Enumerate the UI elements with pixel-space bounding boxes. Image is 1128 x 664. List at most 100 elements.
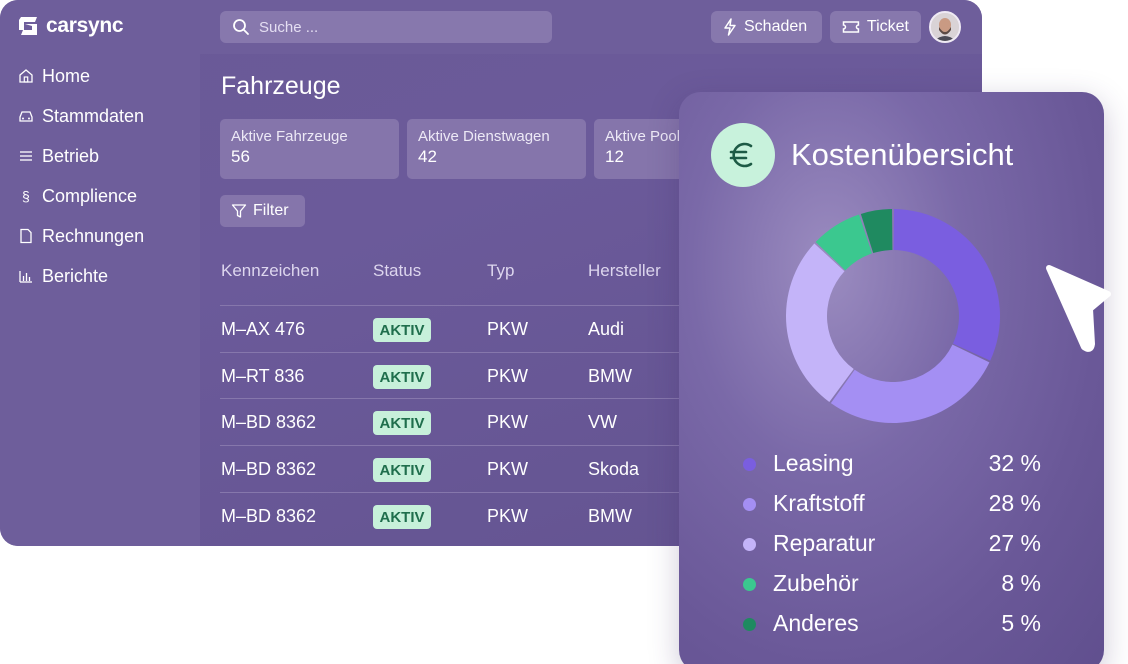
legend-label: Anderes bbox=[773, 610, 859, 636]
column-header-kennzeichen[interactable]: Kennzeichen bbox=[221, 261, 319, 281]
table-row[interactable]: M–AX 476 AKTIV PKW Audi bbox=[220, 305, 690, 351]
legend-dot bbox=[743, 498, 756, 511]
table-row[interactable]: M–RT 836 AKTIV PKW BMW bbox=[220, 352, 690, 398]
stat-label: Aktive Fahrzeuge bbox=[231, 128, 348, 145]
donut-slice-leasing bbox=[893, 209, 1000, 361]
cell-type: PKW bbox=[487, 459, 529, 479]
schaden-label: Schaden bbox=[744, 18, 808, 35]
status-badge: AKTIV bbox=[373, 411, 431, 435]
legend-dot bbox=[743, 458, 756, 471]
logo-mark-icon bbox=[19, 17, 37, 35]
cell-plate: M–BD 8362 bbox=[221, 506, 317, 526]
filter-label: Filter bbox=[253, 202, 289, 219]
legend-value: 32 % bbox=[988, 450, 1041, 476]
legend-label: Zubehör bbox=[773, 570, 859, 596]
sidebar-item-rechnungen[interactable]: Rechnungen bbox=[18, 224, 144, 248]
search-bar[interactable] bbox=[220, 11, 552, 43]
cell-type: PKW bbox=[487, 412, 529, 432]
cell-maker: BMW bbox=[588, 506, 632, 526]
cell-plate: M–BD 8362 bbox=[221, 459, 317, 479]
filter-icon bbox=[231, 204, 247, 218]
euro-badge bbox=[711, 123, 775, 187]
paragraph-icon: § bbox=[22, 188, 30, 204]
sidebar-item-label: Berichte bbox=[42, 265, 109, 286]
avatar[interactable] bbox=[929, 11, 961, 43]
legend-value: 8 % bbox=[1001, 570, 1041, 596]
euro-icon bbox=[729, 142, 753, 168]
legend-dot bbox=[743, 538, 756, 551]
user-photo-icon bbox=[931, 13, 959, 41]
ticket-button[interactable]: Ticket bbox=[830, 11, 921, 43]
brand-name: carsync bbox=[46, 14, 124, 37]
cell-plate: M–AX 476 bbox=[221, 319, 306, 339]
list-icon bbox=[20, 151, 32, 161]
card-title: Kostenübersicht bbox=[791, 137, 1014, 172]
column-header-hersteller[interactable]: Hersteller bbox=[588, 261, 661, 281]
table-row[interactable]: M–BD 8362 AKTIV PKW Skoda bbox=[220, 445, 690, 491]
column-header-status[interactable]: Status bbox=[373, 261, 421, 281]
cell-maker: Audi bbox=[588, 319, 625, 339]
svg-text:§: § bbox=[22, 188, 30, 204]
status-badge: AKTIV bbox=[373, 318, 431, 342]
legend-label: Reparatur bbox=[773, 530, 876, 556]
legend-item-kraftstoff: Kraftstoff 28 % bbox=[743, 490, 1041, 518]
legend-value: 27 % bbox=[988, 530, 1041, 556]
sidebar-item-complience[interactable]: § Complience bbox=[18, 184, 137, 208]
ticket-label: Ticket bbox=[866, 18, 909, 35]
stat-card-fahrzeuge: Aktive Fahrzeuge 56 bbox=[220, 119, 399, 179]
table-row[interactable]: M–BD 8362 AKTIV PKW BMW bbox=[220, 492, 690, 538]
cell-type: PKW bbox=[487, 319, 529, 339]
stat-value: 56 bbox=[231, 147, 250, 166]
donut-slice-kraftstoff bbox=[830, 344, 990, 423]
stat-value: 42 bbox=[418, 147, 437, 166]
cell-plate: M–BD 8362 bbox=[221, 412, 317, 432]
legend-label: Leasing bbox=[773, 450, 854, 476]
search-input[interactable] bbox=[259, 18, 539, 36]
car-icon bbox=[19, 111, 33, 122]
logo[interactable]: carsync bbox=[16, 14, 124, 38]
column-header-typ[interactable]: Typ bbox=[487, 261, 514, 281]
legend-dot bbox=[743, 618, 756, 631]
legend-item-reparatur: Reparatur 27 % bbox=[743, 530, 1041, 558]
schaden-button[interactable]: Schaden bbox=[711, 11, 822, 43]
sidebar-item-label: Home bbox=[42, 65, 91, 86]
sidebar-item-label: Stammdaten bbox=[42, 105, 145, 126]
mouse-pointer-icon bbox=[1046, 265, 1111, 352]
legend-item-anderes: Anderes 5 % bbox=[743, 610, 1041, 638]
legend-label: Kraftstoff bbox=[773, 490, 865, 516]
legend-value: 5 % bbox=[1001, 610, 1041, 636]
top-bar: carsync Schaden Ticket bbox=[0, 0, 982, 54]
legend-value: 28 % bbox=[988, 490, 1041, 516]
lightning-icon bbox=[724, 18, 736, 36]
sidebar: Home Stammdaten Betrieb § Complience Rec… bbox=[0, 54, 200, 546]
bar-chart-icon bbox=[19, 271, 32, 283]
sidebar-item-label: Betrieb bbox=[42, 145, 100, 166]
cell-type: PKW bbox=[487, 366, 529, 386]
cell-maker: BMW bbox=[588, 366, 632, 386]
cell-plate: M–RT 836 bbox=[221, 366, 305, 386]
table-row[interactable]: M–BD 8362 AKTIV PKW VW bbox=[220, 398, 690, 444]
page-title: Fahrzeuge bbox=[221, 72, 341, 100]
stat-card-dienstwagen: Aktive Dienstwagen 42 bbox=[407, 119, 586, 179]
sidebar-item-berichte[interactable]: Berichte bbox=[18, 264, 108, 288]
filter-button[interactable]: Filter bbox=[220, 195, 305, 227]
cost-donut-chart bbox=[786, 209, 1000, 423]
status-badge: AKTIV bbox=[373, 365, 431, 389]
sidebar-item-label: Complience bbox=[42, 185, 138, 206]
sidebar-item-label: Rechnungen bbox=[42, 225, 145, 246]
document-icon bbox=[20, 228, 32, 244]
status-badge: AKTIV bbox=[373, 458, 431, 482]
home-icon bbox=[19, 69, 33, 83]
cell-type: PKW bbox=[487, 506, 529, 526]
search-icon bbox=[233, 19, 249, 35]
legend-item-leasing: Leasing 32 % bbox=[743, 450, 1041, 478]
status-badge: AKTIV bbox=[373, 505, 431, 529]
stat-label: Aktive Dienstwagen bbox=[418, 128, 550, 145]
sidebar-item-home[interactable]: Home bbox=[18, 64, 90, 88]
cost-overview-card: Kostenübersicht Leasing 32 % Kraftstoff … bbox=[679, 92, 1104, 664]
legend-item-zubehoer: Zubehör 8 % bbox=[743, 570, 1041, 598]
sidebar-item-stammdaten[interactable]: Stammdaten bbox=[18, 104, 144, 128]
sidebar-item-betrieb[interactable]: Betrieb bbox=[18, 144, 99, 168]
cell-maker: VW bbox=[588, 412, 617, 432]
legend-dot bbox=[743, 578, 756, 591]
